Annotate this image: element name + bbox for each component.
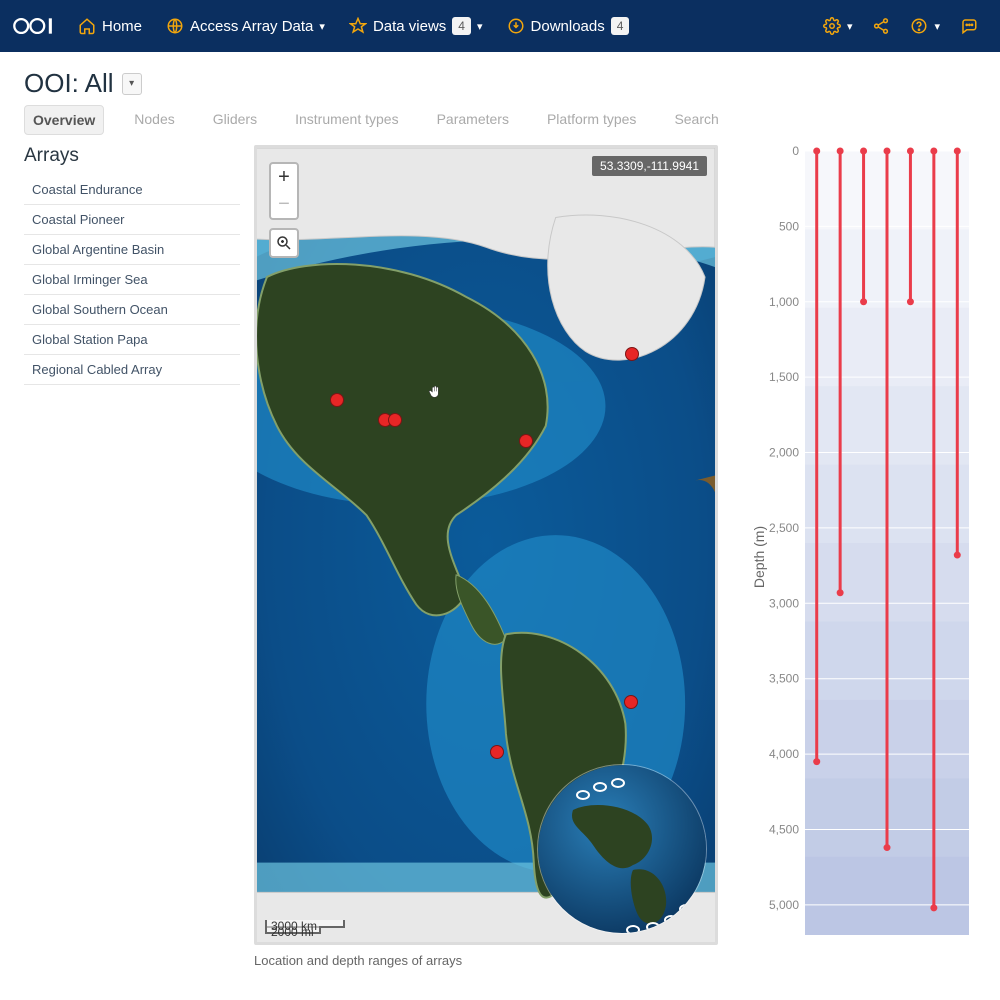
map-scale: 3000 km 2000 mi (265, 920, 345, 934)
array-item-coastal-endurance[interactable]: Coastal Endurance (24, 175, 240, 205)
array-item-global-station-papa[interactable]: Global Station Papa (24, 325, 240, 355)
tab-platform-types[interactable]: Platform types (539, 105, 644, 135)
svg-text:1,000: 1,000 (769, 295, 799, 309)
tabs: Overview Nodes Gliders Instrument types Para… (0, 105, 1000, 145)
nav-downloads-label: Downloads (531, 18, 605, 35)
map-marker[interactable] (490, 745, 504, 759)
dataviews-badge: 4 (452, 17, 471, 35)
ooi-logo (12, 12, 58, 40)
map-marker[interactable] (330, 393, 344, 407)
globe-icon (166, 17, 184, 35)
array-item-global-southern-ocean[interactable]: Global Southern Ocean (24, 295, 240, 325)
nav-downloads[interactable]: Downloads 4 (495, 0, 642, 52)
nav-help[interactable]: ▾ (900, 0, 950, 52)
downloads-badge: 4 (611, 17, 630, 35)
map-scale-mi: 2000 mi (265, 926, 321, 934)
nav-dataviews-label: Data views (373, 18, 446, 35)
caret-icon: ▾ (319, 20, 325, 33)
map-marker[interactable] (624, 695, 638, 709)
depth-chart: 0 500 1,000 1,500 2,000 2,500 3,000 3,500 4,000 4… (754, 145, 976, 945)
nav-settings[interactable]: ▾ (813, 0, 863, 52)
nav-chat[interactable] (950, 0, 988, 52)
svg-text:2,000: 2,000 (769, 446, 799, 460)
star-icon (349, 17, 367, 35)
pan-cursor-icon (427, 384, 443, 400)
array-item-global-irminger-sea[interactable]: Global Irminger Sea (24, 265, 240, 295)
svg-text:0: 0 (792, 145, 799, 158)
caret-icon: ▾ (934, 20, 940, 33)
download-icon (507, 17, 525, 35)
chat-icon (960, 17, 978, 35)
map-caption: Location and depth ranges of arrays (254, 953, 734, 968)
depth-chart-ylabel: Depth (m) (751, 525, 767, 587)
nav-share[interactable] (862, 0, 900, 52)
svg-text:4,500: 4,500 (769, 822, 799, 836)
array-item-global-argentine-basin[interactable]: Global Argentine Basin (24, 235, 240, 265)
tab-search[interactable]: Search (666, 105, 726, 135)
zoom-rect-icon (275, 234, 293, 252)
tab-nodes[interactable]: Nodes (126, 105, 182, 135)
svg-text:5,000: 5,000 (769, 898, 799, 912)
map-coordinates: 53.3309,-111.9941 (592, 156, 707, 176)
tab-overview[interactable]: Overview (24, 105, 104, 135)
svg-text:3,500: 3,500 (769, 672, 799, 686)
share-icon (872, 17, 890, 35)
svg-text:3,000: 3,000 (769, 596, 799, 610)
home-icon (78, 17, 96, 35)
map-marker[interactable] (388, 413, 402, 427)
map-zoom-rect-button[interactable] (269, 228, 299, 258)
tab-parameters[interactable]: Parameters (429, 105, 517, 135)
caret-icon: ▾ (477, 20, 483, 33)
map-marker[interactable] (625, 347, 639, 361)
tab-gliders[interactable]: Gliders (205, 105, 265, 135)
nav-access-array-data[interactable]: Access Array Data ▾ (154, 0, 337, 52)
svg-text:1,500: 1,500 (769, 370, 799, 384)
array-item-regional-cabled-array[interactable]: Regional Cabled Array (24, 355, 240, 385)
sidebar-arrays: Arrays Coastal EnduranceCoastal PioneerG… (24, 145, 254, 968)
map-zoom-in-button[interactable]: + (269, 162, 299, 192)
title-dropdown[interactable]: ▾ (122, 73, 142, 95)
svg-text:2,500: 2,500 (769, 521, 799, 535)
gear-icon (823, 17, 841, 35)
tab-instrument-types[interactable]: Instrument types (287, 105, 407, 135)
nav-access-label: Access Array Data (190, 18, 313, 35)
help-icon (910, 17, 928, 35)
top-navbar: Home Access Array Data ▾ Data views 4 ▾ … (0, 0, 1000, 52)
page-title: OOI: All (24, 68, 114, 99)
caret-icon: ▾ (847, 20, 853, 33)
svg-text:4,000: 4,000 (769, 747, 799, 761)
map-inset-globe[interactable] (537, 764, 707, 934)
nav-home[interactable]: Home (66, 0, 154, 52)
nav-home-label: Home (102, 18, 142, 35)
nav-data-views[interactable]: Data views 4 ▾ (337, 0, 495, 52)
map[interactable]: + − 53.3309,-111.9941 3000 km 2000 mi (254, 145, 718, 945)
map-zoom-out-button[interactable]: − (269, 190, 299, 220)
sidebar-title: Arrays (24, 145, 240, 167)
svg-text:500: 500 (779, 219, 799, 233)
array-item-coastal-pioneer[interactable]: Coastal Pioneer (24, 205, 240, 235)
map-marker[interactable] (519, 434, 533, 448)
